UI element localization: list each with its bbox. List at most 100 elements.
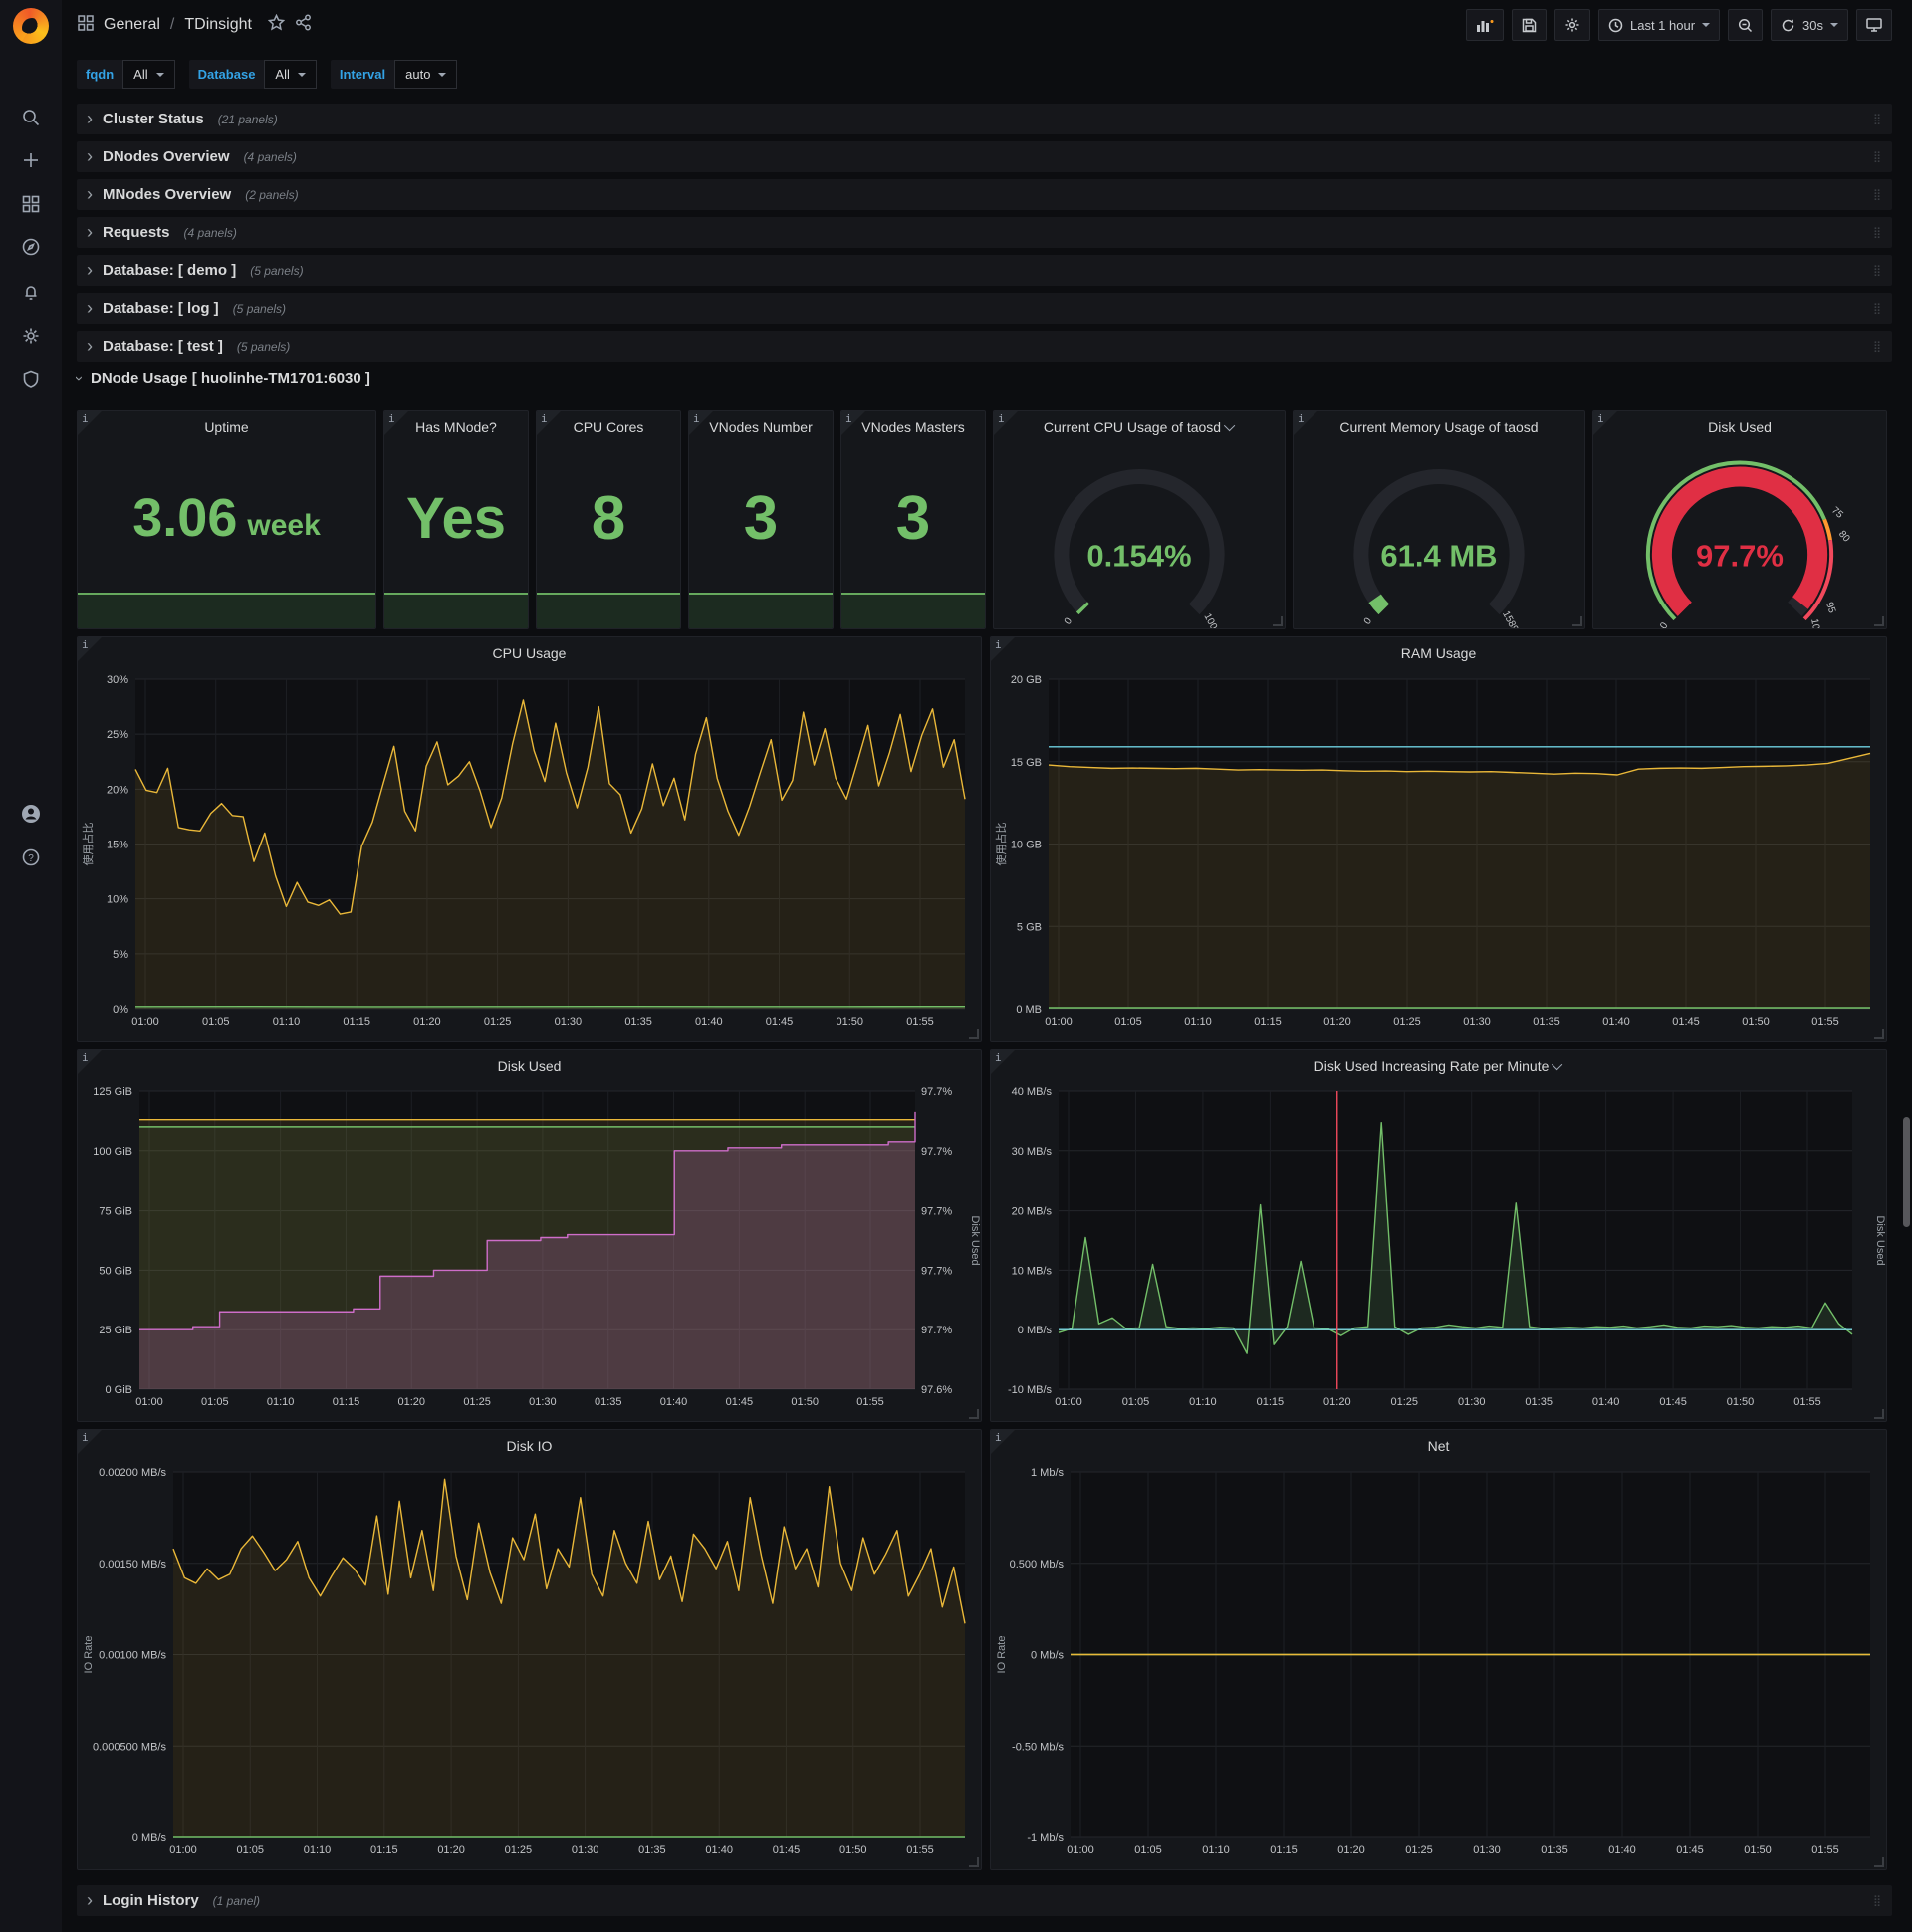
zoom-out-time-button[interactable] <box>1728 9 1764 41</box>
variable-database-value[interactable]: All <box>264 60 317 89</box>
panel-title[interactable]: CPU Usage <box>78 637 981 669</box>
info-icon[interactable]: i <box>537 411 561 435</box>
alerts-icon[interactable] <box>0 275 62 309</box>
row-login-history[interactable]: › Login History (1 panel) ⣿ <box>77 1885 1892 1916</box>
drag-handle[interactable]: ⣿ <box>1873 150 1882 163</box>
info-icon[interactable]: i <box>78 637 102 661</box>
info-icon[interactable]: i <box>991 637 1015 661</box>
panel-title[interactable]: Current CPU Usage of taosd <box>994 411 1285 443</box>
create-icon[interactable] <box>0 143 62 177</box>
sparkline <box>537 593 680 628</box>
info-icon[interactable]: i <box>78 411 102 435</box>
shield-icon[interactable] <box>0 362 62 396</box>
breadcrumb-separator: / <box>169 16 175 33</box>
svg-text:0 MB/s: 0 MB/s <box>132 1832 167 1844</box>
resize-handle[interactable] <box>969 1029 979 1039</box>
chart-net: 1 Mb/s 0.500 Mb/s 0 Mb/s -0.50 Mb/s -1 Mb/s 0… <box>991 1462 1886 1864</box>
row-mnodes-overview[interactable]: › MNodes Overview (2 panels) ⣿ <box>77 179 1892 210</box>
row-cluster-status[interactable]: › Cluster Status (21 panels) ⣿ <box>77 104 1892 134</box>
resize-handle[interactable] <box>1273 616 1283 626</box>
svg-text:01:05: 01:05 <box>237 1844 265 1856</box>
share-icon[interactable] <box>295 14 312 36</box>
settings-icon[interactable] <box>0 319 62 353</box>
dashboard-settings-button[interactable] <box>1554 9 1590 41</box>
time-range-picker[interactable]: Last 1 hour <box>1597 9 1721 41</box>
drag-handle[interactable]: ⣿ <box>1873 1894 1882 1907</box>
drag-handle[interactable]: ⣿ <box>1873 226 1882 239</box>
resize-handle[interactable] <box>969 1409 979 1419</box>
breadcrumb-section[interactable]: General <box>104 16 160 34</box>
panel-title[interactable]: Net <box>991 1430 1886 1462</box>
info-icon[interactable]: i <box>384 411 408 435</box>
panel-title[interactable]: Disk Used Increasing Rate per Minute <box>991 1050 1886 1082</box>
add-panel-button[interactable] <box>1465 9 1504 41</box>
chart-disk-used: 125 GiB 97.7% 100 GiB 97.7% 75 GiB 97.7% 50 Gi… <box>78 1082 981 1416</box>
svg-text:01:55: 01:55 <box>1811 1844 1839 1856</box>
legend-header: minmaxavgcurrent <box>1005 1418 1872 1421</box>
resize-handle[interactable] <box>1874 1029 1884 1039</box>
svg-text:01:40: 01:40 <box>695 1016 723 1028</box>
svg-text:01:25: 01:25 <box>1391 1396 1419 1408</box>
cycle-view-mode-button[interactable] <box>1856 9 1892 41</box>
variable-interval-value[interactable]: auto <box>394 60 458 89</box>
grafana-logo[interactable] <box>13 8 49 44</box>
info-icon[interactable]: i <box>994 411 1018 435</box>
avatar[interactable] <box>0 797 62 831</box>
panel-title[interactable]: Current Memory Usage of taosd <box>1294 411 1584 443</box>
breadcrumb-page[interactable]: TDinsight <box>184 16 252 34</box>
chart-disk-io: 0.00200 MB/s 0.00150 MB/s 0.00100 MB/s 0.00… <box>78 1462 981 1864</box>
svg-text:01:10: 01:10 <box>267 1396 295 1408</box>
panel-title[interactable]: Disk IO <box>78 1430 981 1462</box>
resize-handle[interactable] <box>1874 1409 1884 1419</box>
save-dashboard-button[interactable] <box>1511 9 1547 41</box>
row-requests[interactable]: › Requests (4 panels) ⣿ <box>77 217 1892 248</box>
svg-text:01:15: 01:15 <box>343 1016 370 1028</box>
row-database-log[interactable]: › Database: [ log ] (5 panels) ⣿ <box>77 293 1892 324</box>
row-dnode-usage[interactable]: › DNode Usage [ huolinhe-TM1701:6030 ] <box>71 370 370 387</box>
panel-vnodes-number: i VNodes Number 3 <box>688 410 834 629</box>
star-icon[interactable] <box>267 13 286 36</box>
panel-title[interactable]: Disk Used <box>1593 411 1886 443</box>
svg-text:01:20: 01:20 <box>437 1844 465 1856</box>
scrollbar-thumb[interactable] <box>1903 1117 1910 1227</box>
resize-handle[interactable] <box>1874 616 1884 626</box>
help-icon[interactable]: ? <box>0 841 62 874</box>
resize-handle[interactable] <box>1572 616 1582 626</box>
dashboards-icon[interactable] <box>0 187 62 221</box>
drag-handle[interactable]: ⣿ <box>1873 264 1882 277</box>
row-dnodes-overview[interactable]: › DNodes Overview (4 panels) ⣿ <box>77 141 1892 172</box>
search-icon[interactable] <box>0 101 62 134</box>
panel-title[interactable]: RAM Usage <box>991 637 1886 669</box>
svg-text:0.00200 MB/s: 0.00200 MB/s <box>99 1467 166 1479</box>
sparkline <box>78 593 375 628</box>
info-icon[interactable]: i <box>689 411 713 435</box>
panel-title[interactable]: Uptime <box>78 411 375 443</box>
panel-title[interactable]: Disk Used <box>78 1050 981 1082</box>
info-icon[interactable]: i <box>1593 411 1617 435</box>
row-database-demo[interactable]: › Database: [ demo ] (5 panels) ⣿ <box>77 255 1892 286</box>
chevron-right-icon: › <box>87 297 93 318</box>
resize-handle[interactable] <box>969 1857 979 1867</box>
info-icon[interactable]: i <box>991 1430 1015 1454</box>
variable-fqdn-value[interactable]: All <box>122 60 175 89</box>
info-icon[interactable]: i <box>1294 411 1317 435</box>
svg-text:0.500 Mb/s: 0.500 Mb/s <box>1010 1559 1065 1570</box>
drag-handle[interactable]: ⣿ <box>1873 302 1882 315</box>
row-database-test[interactable]: › Database: [ test ] (5 panels) ⣿ <box>77 331 1892 362</box>
info-icon[interactable]: i <box>78 1050 102 1074</box>
legend-header: minmaxavgcurrent <box>1005 1038 1872 1041</box>
svg-text:01:25: 01:25 <box>484 1016 512 1028</box>
info-icon[interactable]: i <box>991 1050 1015 1074</box>
drag-handle[interactable]: ⣿ <box>1873 113 1882 125</box>
drag-handle[interactable]: ⣿ <box>1873 340 1882 353</box>
explore-icon[interactable] <box>0 230 62 264</box>
resize-handle[interactable] <box>1874 1857 1884 1867</box>
legend-net: minmaxavgcurrentnet_in0 Mb/s0 Mb/s0 Mb/s… <box>991 1864 1886 1869</box>
svg-text:01:35: 01:35 <box>1541 1844 1568 1856</box>
refresh-button[interactable]: 30s <box>1771 9 1848 41</box>
info-icon[interactable]: i <box>841 411 865 435</box>
info-icon[interactable]: i <box>78 1430 102 1454</box>
drag-handle[interactable]: ⣿ <box>1873 188 1882 201</box>
svg-text:01:55: 01:55 <box>906 1844 934 1856</box>
stat-value: 3 <box>895 483 931 553</box>
